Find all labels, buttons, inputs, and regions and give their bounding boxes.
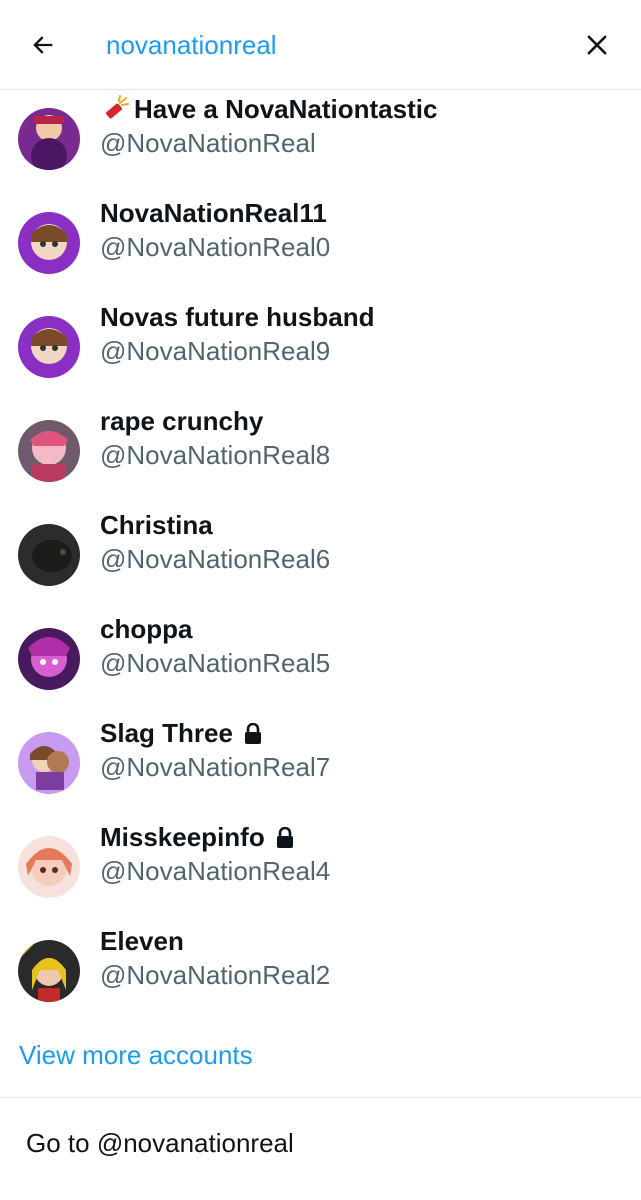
divider xyxy=(0,1097,641,1098)
user-handle: @NovaNationReal7 xyxy=(100,752,331,782)
user-result-row[interactable]: rape crunchy @NovaNationReal8 xyxy=(0,406,641,524)
user-display-name: rape crunchy xyxy=(100,406,264,436)
firecracker-icon xyxy=(100,94,130,125)
user-handle: @NovaNationReal8 xyxy=(100,440,331,470)
avatar xyxy=(18,524,80,586)
user-result-row[interactable]: Have a NovaNationtastic @NovaNationReal xyxy=(0,94,641,212)
clear-search-button[interactable] xyxy=(574,22,620,68)
lock-icon xyxy=(275,826,295,849)
user-handle: @NovaNationReal0 xyxy=(100,232,331,262)
user-display-name: Novas future husband xyxy=(100,302,375,332)
user-handle: @NovaNationReal9 xyxy=(100,336,331,366)
back-button[interactable] xyxy=(20,22,66,68)
user-handle: @NovaNationReal6 xyxy=(100,544,331,574)
avatar xyxy=(18,108,80,170)
avatar xyxy=(18,628,80,690)
user-handle: @NovaNationReal xyxy=(100,128,316,158)
user-handle: @NovaNationReal4 xyxy=(100,856,331,886)
user-result-row[interactable]: choppa @NovaNationReal5 xyxy=(0,614,641,732)
user-display-name: Have a NovaNationtastic xyxy=(134,94,438,124)
avatar xyxy=(18,420,80,482)
view-more-accounts-link[interactable]: View more accounts xyxy=(19,1040,253,1071)
user-handle: @NovaNationReal5 xyxy=(100,648,331,678)
user-handle: @NovaNationReal2 xyxy=(100,960,331,990)
avatar xyxy=(18,316,80,378)
user-display-name: Eleven xyxy=(100,926,184,956)
user-display-name: Slag Three xyxy=(100,718,233,748)
user-display-name: Christina xyxy=(100,510,213,540)
avatar xyxy=(18,836,80,898)
search-input[interactable] xyxy=(106,26,546,64)
avatar xyxy=(18,212,80,274)
avatar xyxy=(18,940,80,1002)
user-display-name: Misskeepinfo xyxy=(100,822,265,852)
user-result-row[interactable]: Misskeepinfo @NovaNationReal4 xyxy=(0,822,641,940)
avatar xyxy=(18,732,80,794)
search-header xyxy=(0,0,641,90)
user-result-row[interactable]: Christina @NovaNationReal6 xyxy=(0,510,641,628)
user-display-name: NovaNationReal11 xyxy=(100,198,327,228)
lock-icon xyxy=(243,722,263,745)
arrow-left-icon xyxy=(33,36,53,54)
close-icon xyxy=(587,35,607,55)
user-result-row[interactable]: Slag Three @NovaNationReal7 xyxy=(0,718,641,836)
go-to-profile-link[interactable]: Go to @novanationreal xyxy=(26,1128,294,1159)
user-result-row[interactable]: Novas future husband @NovaNationReal9 xyxy=(0,302,641,420)
user-display-name: choppa xyxy=(100,614,193,644)
user-result-row[interactable]: NovaNationReal11 @NovaNationReal0 xyxy=(0,198,641,316)
user-result-row[interactable]: Eleven @NovaNationReal2 xyxy=(0,926,641,1044)
